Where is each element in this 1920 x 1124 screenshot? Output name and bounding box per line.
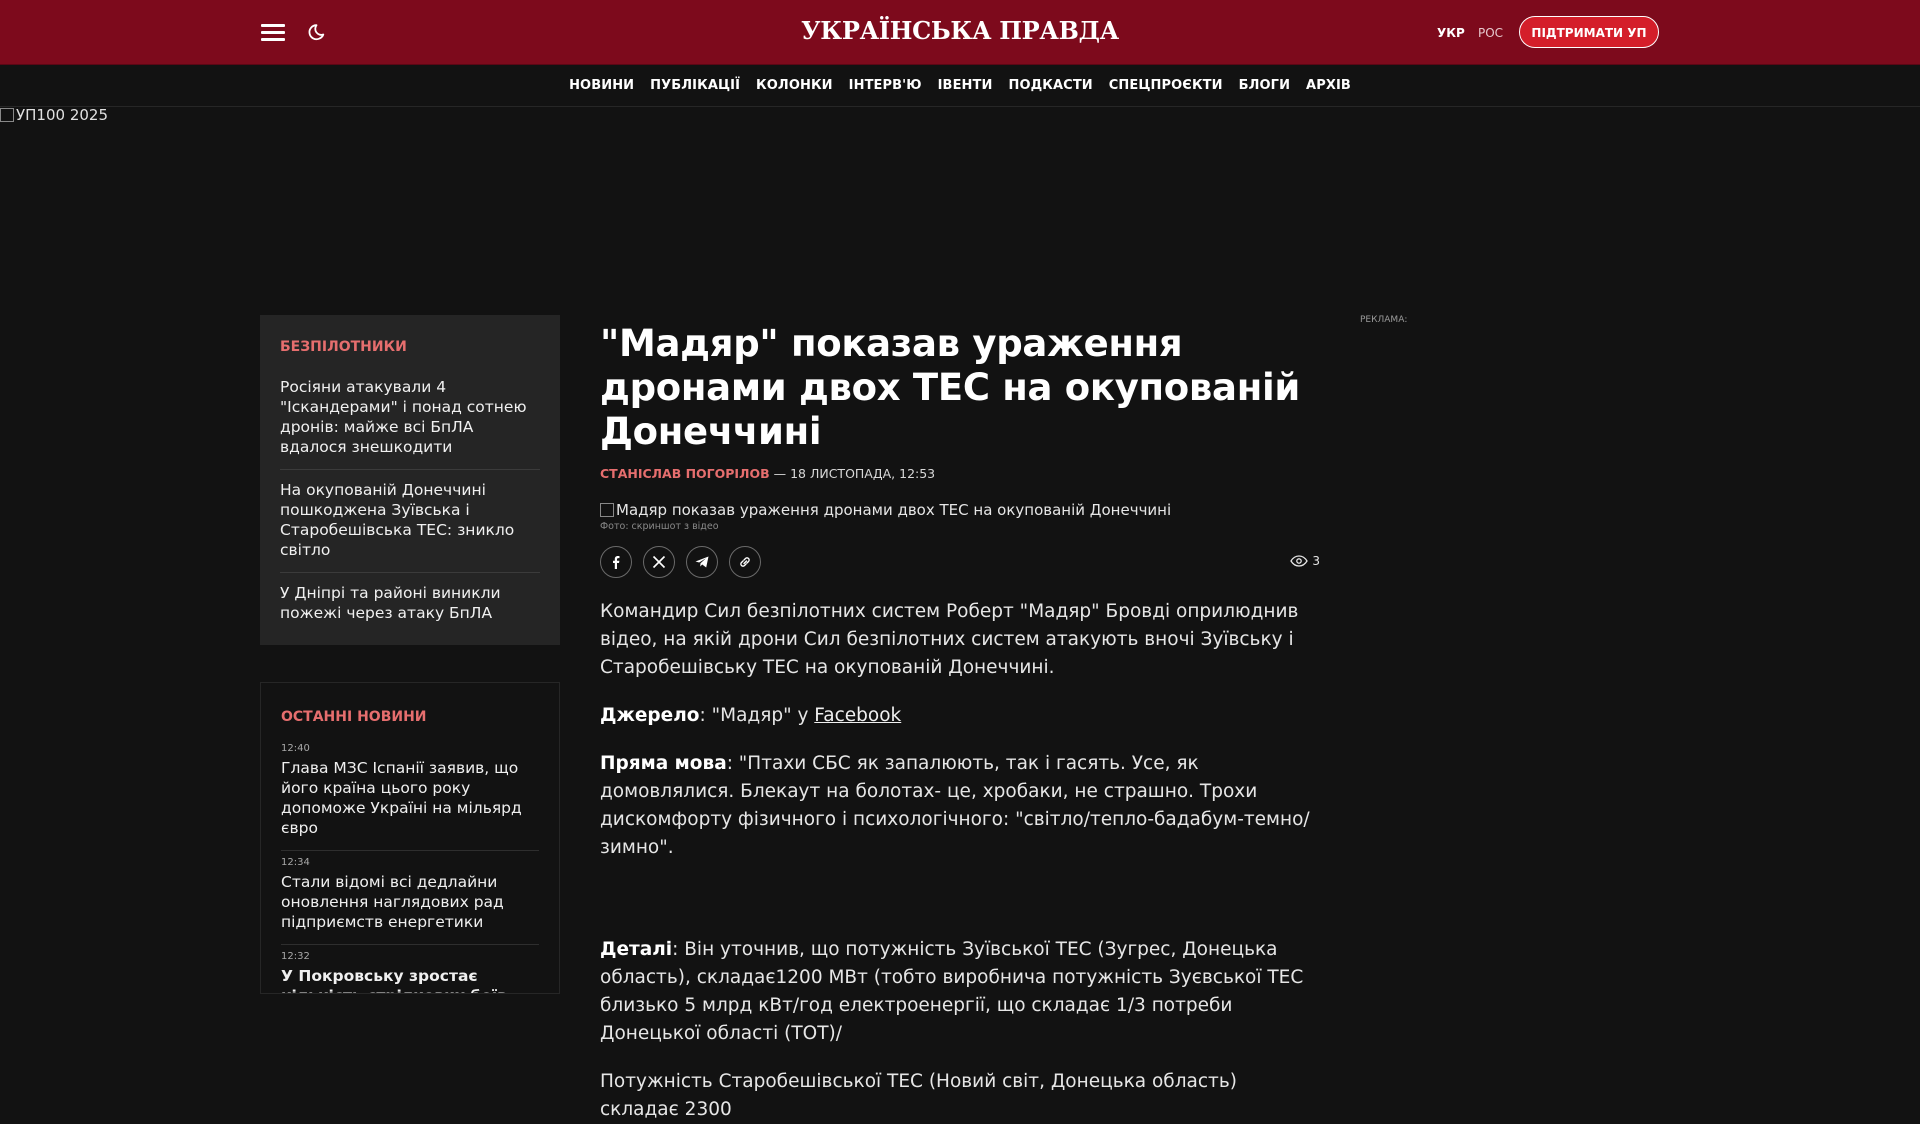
news-headline: Глава МЗС Іспанії заявив, що його країна… — [281, 759, 522, 837]
ad-label: РЕКЛАМА: — [1360, 315, 1408, 325]
nav-news[interactable]: НОВИНИ — [569, 78, 634, 93]
link-icon — [740, 557, 751, 567]
support-button[interactable]: ПІДТРИМАТИ УП — [1519, 16, 1659, 48]
nav-events[interactable]: ІВЕНТИ — [938, 78, 993, 93]
menu-icon[interactable] — [261, 24, 285, 42]
share-telegram-button[interactable] — [686, 546, 719, 578]
nav-interviews[interactable]: ІНТЕРВ'Ю — [849, 78, 922, 93]
details-text: : Він уточнив, що потужність Зуївської Т… — [600, 939, 1304, 1044]
nav-specprojects[interactable]: СПЕЦПРОЄКТИ — [1109, 78, 1223, 93]
lang-ros[interactable]: РОС — [1478, 26, 1503, 40]
news-time: 12:34 — [281, 857, 310, 868]
news-item[interactable]: 12:40 Глава МЗС Іспанії заявив, що його … — [281, 737, 539, 851]
quote-label: Пряма мова — [600, 753, 727, 774]
eye-icon — [1290, 555, 1309, 567]
top-bar: УКРАЇНСЬКА ПРАВДА УКР РОС ПІДТРИМАТИ УП — [0, 0, 1920, 65]
latest-news-card: ОСТАННІ НОВИНИ 12:40 Глава МЗС Іспанії з… — [260, 682, 560, 994]
topic-item[interactable]: Росіяни атакували 4 "Іскандерами" і пона… — [280, 367, 540, 470]
paragraph-source: Джерело: "Мадяр" у Facebook — [600, 702, 1320, 730]
news-time: 12:32 — [281, 951, 310, 962]
views-count: 3 — [1312, 554, 1320, 568]
paragraph-quote: Пряма мова: "Птахи СБС як запалюють, так… — [600, 750, 1320, 862]
news-item[interactable]: 12:32 У Покровську зростає кількість стр… — [281, 945, 539, 993]
topic-card: БЕЗПІЛОТНИКИ Росіяни атакували 4 "Ісканд… — [260, 315, 560, 645]
nav-archive[interactable]: АРХІВ — [1306, 78, 1351, 93]
article-image-alt: Мадяр показав ураження дронами двох ТЕС … — [616, 501, 1172, 519]
nav-columns[interactable]: КОЛОНКИ — [756, 78, 833, 93]
image-caption: Фото: скриншот з відео — [600, 521, 719, 532]
article-body: Командир Сил безпілотних систем Роберт "… — [600, 598, 1320, 1124]
source-text: : "Мадяр" у — [699, 705, 815, 726]
site-logo-link[interactable]: УКРАЇНСЬКА ПРАВДА — [801, 16, 1119, 45]
views-counter: 3 — [1290, 554, 1320, 568]
share-bar: 3 — [600, 546, 1320, 580]
share-x-button[interactable] — [643, 546, 676, 578]
nav-publications[interactable]: ПУБЛІКАЦІЇ — [650, 78, 740, 93]
nav-podcasts[interactable]: ПОДКАСТИ — [1008, 78, 1092, 93]
telegram-icon — [695, 556, 709, 568]
x-icon — [653, 555, 666, 569]
nav-blogs[interactable]: БЛОГИ — [1239, 78, 1290, 93]
paragraph-capacity: Потужність Старобешівської ТЕС (Новий св… — [600, 1071, 1237, 1120]
author-link[interactable]: СТАНІСЛАВ ПОГОРІЛОВ — [600, 466, 770, 481]
broken-image-icon — [0, 108, 14, 122]
dark-mode-icon[interactable] — [304, 20, 328, 44]
banner-alt-text: УП100 2025 — [16, 106, 108, 124]
byline: СТАНІСЛАВ ПОГОРІЛОВ — 18 ЛИСТОПАДА, 12:5… — [600, 466, 1320, 481]
news-headline: Стали відомі всі дедлайни оновлення нагл… — [281, 873, 504, 931]
banner-image[interactable]: УП100 2025 — [0, 106, 108, 124]
paragraph-intro: Командир Сил безпілотних систем Роберт "… — [600, 601, 1299, 678]
paragraph-details: Деталі: Він уточнив, що потужність Зуївс… — [600, 936, 1320, 1048]
lang-ukr[interactable]: УКР — [1437, 26, 1465, 40]
facebook-icon — [613, 556, 620, 569]
facebook-source-link[interactable]: Facebook — [814, 705, 901, 726]
news-item[interactable]: 12:34 Стали відомі всі дедлайни оновленн… — [281, 851, 539, 945]
latest-news-title[interactable]: ОСТАННІ НОВИНИ — [281, 709, 539, 725]
main-nav: НОВИНИ ПУБЛІКАЦІЇ КОЛОНКИ ІНТЕРВ'Ю ІВЕНТ… — [0, 64, 1920, 107]
article: "Мадяр" показав ураження дронами двох ТЕ… — [600, 322, 1320, 1124]
topic-item[interactable]: На окупованій Донеччині пошкоджена Зуївс… — [280, 470, 540, 573]
topic-card-title[interactable]: БЕЗПІЛОТНИКИ — [280, 339, 540, 355]
topic-item[interactable]: У Дніпрі та районі виникли пожежі через … — [280, 573, 540, 627]
left-sidebar: БЕЗПІЛОТНИКИ Росіяни атакували 4 "Ісканд… — [260, 315, 560, 645]
article-headline: "Мадяр" показав ураження дронами двох ТЕ… — [600, 322, 1300, 453]
news-headline: У Покровську зростає кількість стрілкови… — [281, 967, 513, 993]
share-facebook-button[interactable] — [600, 546, 632, 578]
copy-link-button[interactable] — [729, 546, 762, 578]
article-image: Мадяр показав ураження дронами двох ТЕС … — [600, 501, 1320, 519]
publish-date: — 18 ЛИСТОПАДА, 12:53 — [769, 466, 936, 481]
details-label: Деталі — [600, 939, 673, 960]
broken-image-icon — [600, 503, 614, 517]
news-time: 12:40 — [281, 743, 310, 754]
source-label: Джерело — [600, 705, 700, 726]
